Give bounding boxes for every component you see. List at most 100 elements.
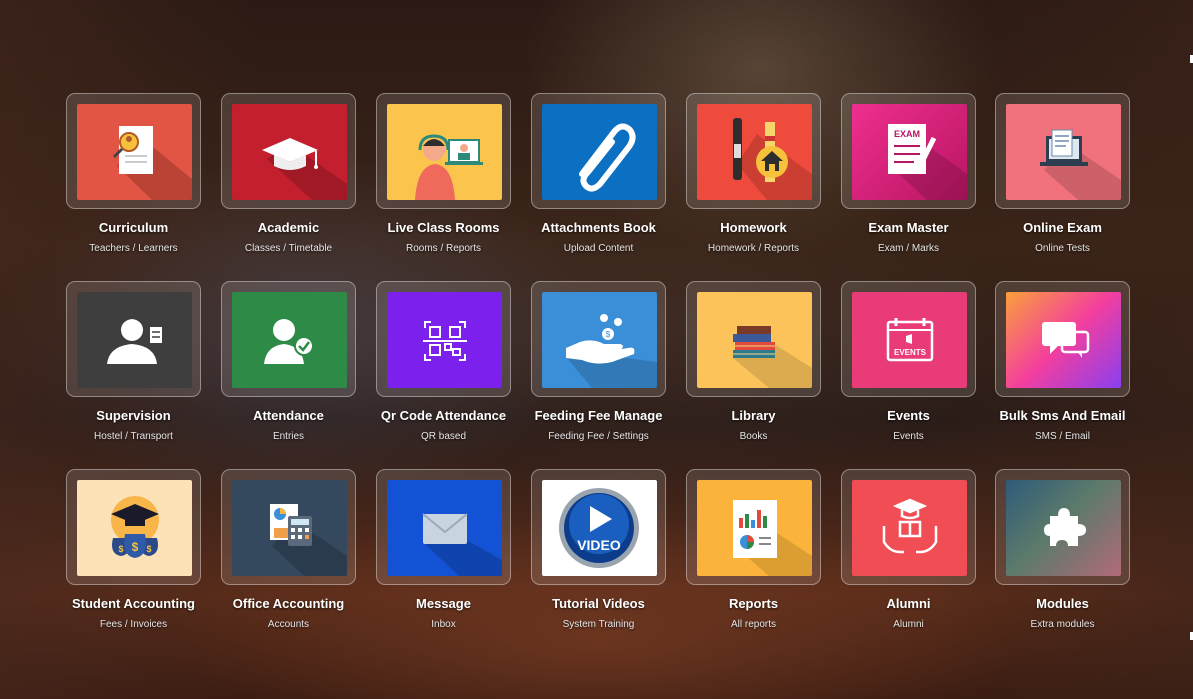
homework-icon: [733, 118, 812, 200]
module-subtitle: Entries: [272, 431, 305, 442]
puzzle-piece-icon: [1044, 508, 1086, 546]
module-online-exam[interactable]: Online Exam Online Tests: [995, 93, 1130, 263]
report-chart-icon: [733, 500, 812, 576]
module-attendance[interactable]: Attendance Entries: [221, 281, 356, 451]
module-title[interactable]: Feeding Fee Manage: [516, 408, 681, 423]
module-modules[interactable]: Modules Extra modules: [995, 469, 1130, 639]
module-exam-master[interactable]: EXAM Exam Master Exam / Marks: [841, 93, 976, 263]
module-attachments-book[interactable]: Attachments Book Upload Content: [531, 93, 666, 263]
tile-frame[interactable]: [995, 93, 1130, 209]
tile-frame[interactable]: [221, 469, 356, 585]
tile-icon-square: $: [542, 292, 657, 388]
tile-frame[interactable]: [686, 469, 821, 585]
tile-frame[interactable]: [686, 93, 821, 209]
module-title[interactable]: Student Accounting: [51, 596, 216, 611]
paperclip-icon: [579, 123, 636, 192]
module-subtitle: Teachers / Learners: [89, 243, 178, 254]
module-library[interactable]: Library Books: [686, 281, 821, 451]
svg-text:$: $: [132, 540, 139, 554]
module-subtitle: Upload Content: [563, 243, 634, 254]
module-tutorial-videos[interactable]: VIDEO Tutorial Videos System Training: [531, 469, 666, 639]
module-subtitle: Exam / Marks: [877, 243, 940, 254]
tile-frame[interactable]: [66, 93, 201, 209]
tile-frame[interactable]: EVENTS: [841, 281, 976, 397]
module-academic[interactable]: Academic Classes / Timetable: [221, 93, 356, 263]
module-subtitle: Rooms / Reports: [405, 243, 482, 254]
tile-frame[interactable]: [686, 281, 821, 397]
module-title[interactable]: Qr Code Attendance: [361, 408, 526, 423]
module-homework[interactable]: Homework Homework / Reports: [686, 93, 821, 263]
module-subtitle: System Training: [562, 619, 635, 630]
tile-frame[interactable]: [841, 469, 976, 585]
module-message[interactable]: Message Inbox: [376, 469, 511, 639]
module-title[interactable]: Supervision: [51, 408, 216, 423]
fee-hand-icon: $: [566, 314, 657, 388]
tile-frame[interactable]: [531, 93, 666, 209]
tile-frame[interactable]: $: [531, 281, 666, 397]
module-supervision[interactable]: Supervision Hostel / Transport: [66, 281, 201, 451]
module-title[interactable]: Online Exam: [980, 220, 1145, 235]
tile-frame[interactable]: $ $ $: [66, 469, 201, 585]
tile-frame[interactable]: [376, 281, 511, 397]
tile-frame[interactable]: [221, 281, 356, 397]
tile-frame[interactable]: [995, 469, 1130, 585]
qr-code-icon: [423, 321, 467, 361]
module-title[interactable]: Exam Master: [826, 220, 991, 235]
module-title[interactable]: Bulk Sms And Email: [980, 408, 1145, 423]
svg-text:$: $: [118, 544, 123, 554]
module-office-accounting[interactable]: Office Accounting Accounts: [221, 469, 356, 639]
module-feeding-fee-manage[interactable]: $ Feeding Fee Manage Feeding Fee / Setti…: [531, 281, 666, 451]
module-live-class-rooms[interactable]: Live Class Rooms Rooms / Reports: [376, 93, 511, 263]
module-title[interactable]: Events: [826, 408, 991, 423]
module-bulk-sms-and-email[interactable]: Bulk Sms And Email SMS / Email: [995, 281, 1130, 451]
calculator-icon: [270, 504, 347, 576]
tile-icon-square: [1006, 104, 1121, 200]
module-title[interactable]: Reports: [671, 596, 836, 611]
tile-frame[interactable]: [995, 281, 1130, 397]
module-title[interactable]: Modules: [980, 596, 1145, 611]
module-subtitle: Homework / Reports: [707, 243, 800, 254]
graduation-cap-icon: [262, 138, 347, 200]
tile-frame[interactable]: [376, 93, 511, 209]
module-title[interactable]: Library: [671, 408, 836, 423]
module-alumni[interactable]: Alumni Alumni: [841, 469, 976, 639]
video-play-icon: VIDEO: [559, 488, 639, 568]
module-title[interactable]: Office Accounting: [206, 596, 371, 611]
module-title[interactable]: Attendance: [206, 408, 371, 423]
module-title[interactable]: Attachments Book: [516, 220, 681, 235]
tile-icon-square: [232, 480, 347, 576]
money-bags-icon: $ $ $: [111, 496, 159, 558]
tile-frame[interactable]: [66, 281, 201, 397]
tile-icon-square: [387, 104, 502, 200]
module-title[interactable]: Alumni: [826, 596, 991, 611]
module-title[interactable]: Live Class Rooms: [361, 220, 526, 235]
exam-badge-text: EXAM: [894, 129, 920, 139]
envelope-icon: [422, 513, 502, 576]
module-reports[interactable]: Reports All reports: [686, 469, 821, 639]
module-title[interactable]: Message: [361, 596, 526, 611]
tile-frame[interactable]: [376, 469, 511, 585]
tile-frame[interactable]: VIDEO: [531, 469, 666, 585]
tile-frame[interactable]: EXAM: [841, 93, 976, 209]
svg-text:$: $: [146, 544, 151, 554]
attendance-icon: [264, 319, 314, 364]
tile-frame[interactable]: [221, 93, 356, 209]
module-events[interactable]: EVENTS Events Events: [841, 281, 976, 451]
module-title[interactable]: Curriculum: [51, 220, 216, 235]
module-qr-code-attendance[interactable]: Qr Code Attendance QR based: [376, 281, 511, 451]
module-curriculum[interactable]: Curriculum Teachers / Learners: [66, 93, 201, 263]
module-subtitle: Events: [893, 431, 924, 442]
module-title[interactable]: Tutorial Videos: [516, 596, 681, 611]
video-badge-text: VIDEO: [577, 537, 621, 553]
tile-icon-square: EXAM: [852, 104, 967, 200]
module-title[interactable]: Academic: [206, 220, 371, 235]
tile-icon-square: [697, 480, 812, 576]
module-subtitle: Classes / Timetable: [244, 243, 333, 254]
module-title[interactable]: Homework: [671, 220, 836, 235]
curriculum-icon: [112, 126, 192, 200]
module-subtitle: Extra modules: [1030, 619, 1095, 630]
module-student-accounting[interactable]: $ $ $ Student Accounting Fees / Invoices: [66, 469, 201, 639]
module-subtitle: Hostel / Transport: [94, 431, 173, 442]
tile-icon-square: EVENTS: [852, 292, 967, 388]
module-subtitle: Online Tests: [1035, 243, 1090, 254]
